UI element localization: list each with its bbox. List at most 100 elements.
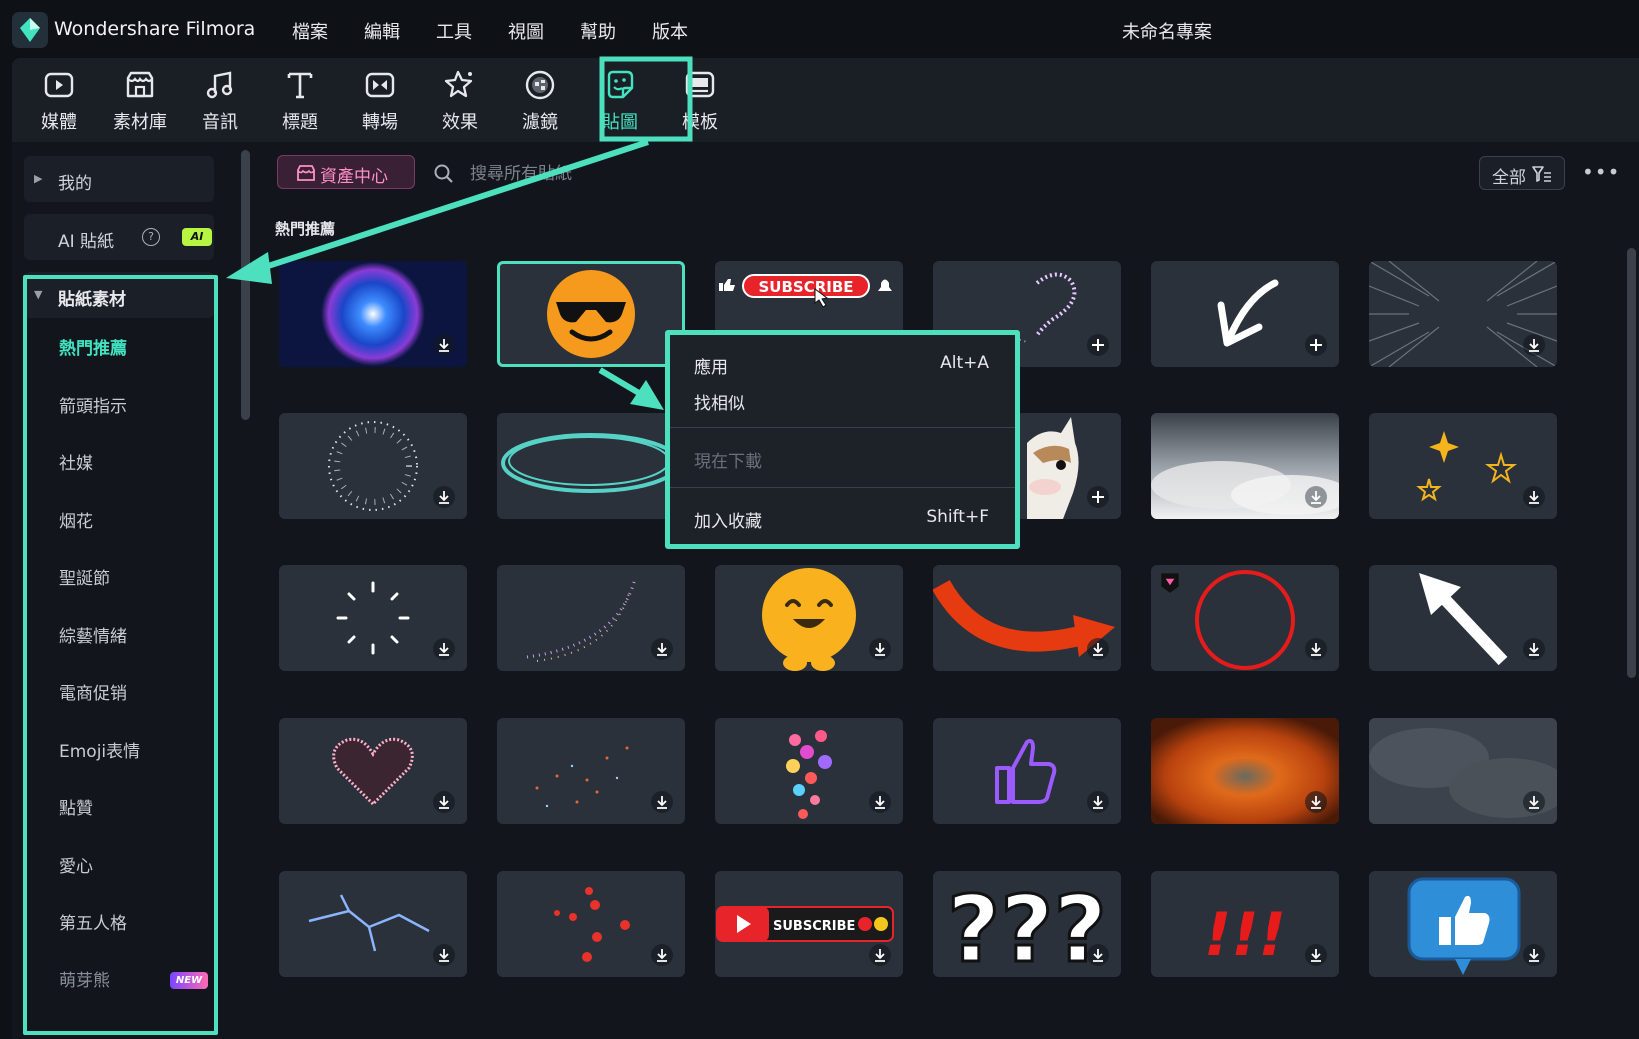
download-icon[interactable]: [1086, 943, 1110, 967]
sticker-tile[interactable]: [933, 718, 1121, 824]
filmora-logo-icon: [12, 12, 48, 48]
funnel-filter-icon: [1532, 166, 1551, 182]
app-name: Wondershare Filmora: [54, 18, 256, 40]
download-icon[interactable]: [1522, 790, 1546, 814]
sticker-tile[interactable]: [1151, 261, 1339, 367]
search-icon: [434, 164, 453, 183]
add-icon[interactable]: [1304, 333, 1328, 357]
add-icon[interactable]: [1086, 485, 1110, 509]
download-icon[interactable]: [868, 637, 892, 661]
toolbar-audio-button[interactable]: 音訊: [185, 68, 255, 134]
context-add-favorite[interactable]: 加入收藏: [694, 507, 762, 532]
toolbar-transition-button[interactable]: 轉場: [345, 68, 415, 134]
sticker-tile[interactable]: [1369, 413, 1557, 519]
sidebar-item-ai-sticker[interactable]: AI 貼紙 ? AI: [24, 214, 214, 260]
download-icon[interactable]: [432, 333, 456, 357]
toolbar-template-label: 模板: [682, 112, 718, 133]
download-icon[interactable]: [1522, 485, 1546, 509]
download-icon[interactable]: [1304, 637, 1328, 661]
add-icon[interactable]: [1086, 333, 1110, 357]
menu-file[interactable]: 檔案: [292, 18, 364, 44]
svg-text:SUBSCRIBE: SUBSCRIBE: [773, 919, 855, 934]
context-apply[interactable]: 應用: [694, 353, 728, 378]
download-icon[interactable]: [1086, 790, 1110, 814]
download-icon[interactable]: [650, 790, 674, 814]
sticker-tile[interactable]: [1369, 261, 1557, 367]
download-icon[interactable]: [650, 637, 674, 661]
download-icon[interactable]: [432, 637, 456, 661]
download-icon[interactable]: [1304, 485, 1328, 509]
toolbar-effects-button[interactable]: 效果: [425, 68, 495, 134]
sticker-tile[interactable]: [279, 718, 467, 824]
download-icon[interactable]: [1304, 943, 1328, 967]
sticker-tile[interactable]: SUBSCRIBE: [715, 871, 903, 977]
sticker-tile[interactable]: [1151, 718, 1339, 824]
sidebar-item-mine[interactable]: ▶ 我的: [24, 156, 214, 202]
sticker-tile-selected[interactable]: [497, 261, 685, 367]
download-icon[interactable]: [432, 943, 456, 967]
sticker-tile[interactable]: [279, 413, 467, 519]
context-add-favorite-shortcut: Shift+F: [926, 507, 989, 527]
sticker-tile[interactable]: [1151, 565, 1339, 671]
project-title: 未命名專案: [1122, 22, 1212, 43]
menu-divider: [670, 487, 1015, 488]
template-icon: [685, 71, 715, 98]
sticker-tile[interactable]: [279, 565, 467, 671]
download-icon[interactable]: [1522, 637, 1546, 661]
menu-help[interactable]: 幫助: [580, 18, 652, 44]
sidebar-scrollbar[interactable]: [241, 150, 250, 420]
download-icon[interactable]: [1522, 333, 1546, 357]
section-title: 熱門推薦: [275, 220, 336, 238]
svg-text:???: ???: [947, 876, 1107, 977]
toolbar-sticker-button[interactable]: 貼圖: [585, 68, 655, 134]
sticker-tile[interactable]: [1369, 871, 1557, 977]
sticker-tile[interactable]: !!!: [1151, 871, 1339, 977]
menu-version[interactable]: 版本: [652, 18, 724, 44]
sticker-tile[interactable]: [1369, 565, 1557, 671]
toolbar-template-button[interactable]: 模板: [665, 68, 735, 134]
main-scrollbar[interactable]: [1627, 248, 1636, 678]
title-text-icon: [287, 72, 313, 99]
download-icon[interactable]: [1304, 790, 1328, 814]
toolbar-media-button[interactable]: 媒體: [24, 68, 94, 134]
sticker-tile[interactable]: [715, 718, 903, 824]
premium-gem-icon: [1161, 573, 1179, 593]
store-icon: [297, 165, 315, 181]
sticker-tile[interactable]: [933, 565, 1121, 671]
asset-center-button[interactable]: 資產中心: [277, 155, 415, 189]
more-options-icon[interactable]: •••: [1582, 160, 1619, 186]
main-toolbar: 媒體 素材庫 音訊 標題 轉場 效果 濾鏡 貼圖 模板: [12, 58, 1639, 142]
sticker-tile[interactable]: [279, 261, 467, 367]
download-icon[interactable]: [1522, 943, 1546, 967]
sticker-tile[interactable]: ???: [933, 871, 1121, 977]
download-icon[interactable]: [432, 485, 456, 509]
effects-icon: [444, 70, 473, 98]
download-icon[interactable]: [432, 790, 456, 814]
menu-view[interactable]: 視圖: [508, 18, 580, 44]
menu-edit[interactable]: 編輯: [364, 18, 436, 44]
music-note-icon: [206, 71, 233, 99]
sticker-tile[interactable]: [1369, 718, 1557, 824]
toolbar-filter-button[interactable]: 濾鏡: [505, 68, 575, 134]
sticker-tile[interactable]: [1151, 413, 1339, 519]
sticker-tile[interactable]: [497, 718, 685, 824]
filmora-window: Wondershare Filmora 檔案 編輯 工具 視圖 幫助 版本 未命…: [0, 0, 1639, 1039]
download-icon[interactable]: [868, 943, 892, 967]
menu-tools[interactable]: 工具: [436, 18, 508, 44]
sticker-tile[interactable]: [497, 565, 685, 671]
sticker-tile[interactable]: [715, 565, 903, 671]
sticker-tile[interactable]: [497, 871, 685, 977]
context-find-similar[interactable]: 找相似: [694, 389, 745, 414]
help-question-icon[interactable]: ?: [142, 228, 160, 246]
toolbar-sticker-label: 貼圖: [602, 112, 638, 133]
sticker-tile[interactable]: [279, 871, 467, 977]
download-icon[interactable]: [650, 943, 674, 967]
download-icon[interactable]: [1086, 637, 1110, 661]
search-input[interactable]: [470, 160, 770, 188]
transition-icon: [365, 72, 395, 98]
toolbar-stock-button[interactable]: 素材庫: [105, 68, 175, 134]
toolbar-title-button[interactable]: 標題: [265, 68, 335, 134]
sticker-tile[interactable]: [497, 413, 685, 519]
download-icon[interactable]: [868, 790, 892, 814]
filter-all-button[interactable]: 全部: [1479, 156, 1565, 190]
